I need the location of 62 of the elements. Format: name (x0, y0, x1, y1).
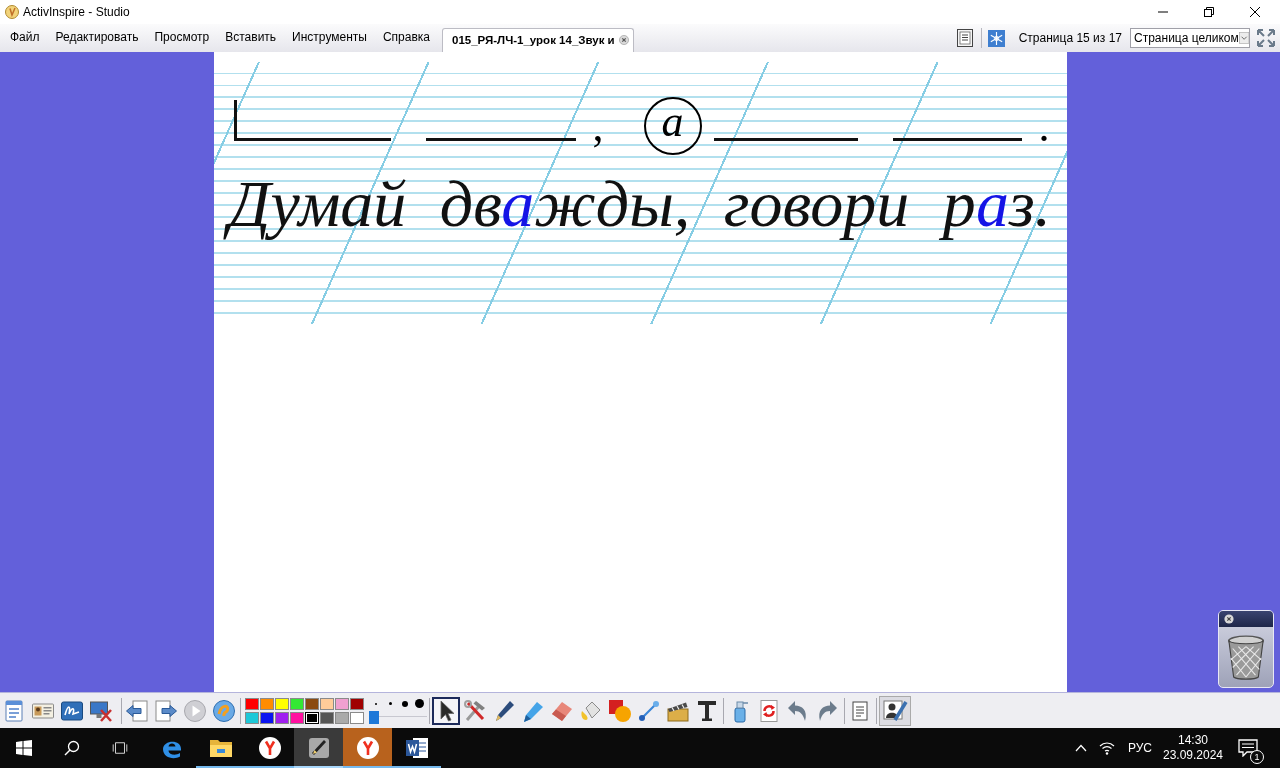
dot-size-icon[interactable] (389, 702, 393, 705)
trash-can-icon (1227, 635, 1265, 681)
hammer-wrench-icon (463, 698, 487, 723)
next-page-icon[interactable] (152, 698, 180, 723)
tool-button[interactable] (432, 696, 460, 725)
swirl-icon[interactable] (210, 698, 238, 723)
color-swatch[interactable] (245, 711, 259, 724)
input-language[interactable]: РУС (1123, 741, 1156, 755)
document-tab[interactable]: 015_РЯ-ЛЧ-1_урок 14_Звук и (442, 28, 634, 52)
color-swatch[interactable] (320, 711, 334, 724)
signature-icon[interactable] (58, 698, 86, 723)
previous-page-icon[interactable] (123, 698, 151, 723)
color-swatch[interactable] (275, 711, 289, 724)
color-swatch[interactable] (320, 697, 334, 710)
y-logo-icon (355, 736, 380, 760)
color-swatch[interactable] (335, 711, 349, 724)
menu-item[interactable]: Справка (374, 24, 438, 52)
color-swatch[interactable] (260, 697, 274, 710)
close-icon (1250, 7, 1260, 17)
trash-widget[interactable] (1218, 610, 1274, 688)
chevron-down-icon (1238, 29, 1249, 47)
punctuation-mark: . (1038, 103, 1050, 151)
zoom-select[interactable]: Страница целиком (1130, 28, 1250, 48)
close-icon[interactable] (1224, 614, 1234, 624)
punctuation-mark: , (592, 103, 604, 151)
menu-item[interactable]: Файл (2, 24, 48, 52)
document-icon (404, 736, 429, 760)
connector-icon (637, 698, 661, 723)
color-swatch[interactable] (245, 697, 259, 710)
clock[interactable]: 14:30 23.09.2024 (1163, 733, 1223, 763)
square-circle-icon (608, 698, 632, 723)
taskbar-button[interactable] (294, 728, 343, 768)
close-icon[interactable] (618, 34, 629, 45)
color-swatch[interactable] (290, 697, 304, 710)
color-swatch[interactable] (350, 697, 364, 710)
menu-item[interactable]: Вставить (217, 24, 285, 52)
slider-thumb[interactable] (369, 711, 379, 724)
pen-board-icon (306, 736, 331, 760)
color-swatch[interactable] (305, 711, 319, 724)
color-swatch[interactable] (275, 697, 289, 710)
document-list-icon[interactable] (956, 29, 973, 47)
text-tool-icon (695, 698, 719, 723)
menu-item[interactable]: Редактировать (47, 24, 147, 52)
color-swatch[interactable] (350, 711, 364, 724)
color-swatch[interactable] (335, 697, 349, 710)
expand-arrows-icon[interactable] (1256, 28, 1276, 48)
snowflake-icon[interactable] (987, 29, 1005, 47)
color-swatch[interactable] (260, 711, 274, 724)
y-logo-icon (257, 736, 282, 760)
monitor-x-icon[interactable] (87, 698, 115, 723)
cursive-sentence: Думай дважды, говори раз. (218, 159, 1064, 249)
page-counter: Страница 15 из 17 (1018, 31, 1122, 45)
menu-item[interactable]: Инструменты (284, 24, 375, 52)
pen-user-icon[interactable] (879, 695, 911, 726)
color-swatch[interactable] (290, 711, 304, 724)
app-logo-icon (5, 5, 19, 19)
notification-badge: 1 (1250, 750, 1264, 764)
window-title: ActivInspire - Studio (23, 5, 130, 19)
circled-letter: а (643, 97, 702, 155)
menu-item[interactable]: Просмотр (146, 24, 218, 52)
color-swatch[interactable] (305, 697, 319, 710)
restore-icon (1204, 7, 1214, 17)
